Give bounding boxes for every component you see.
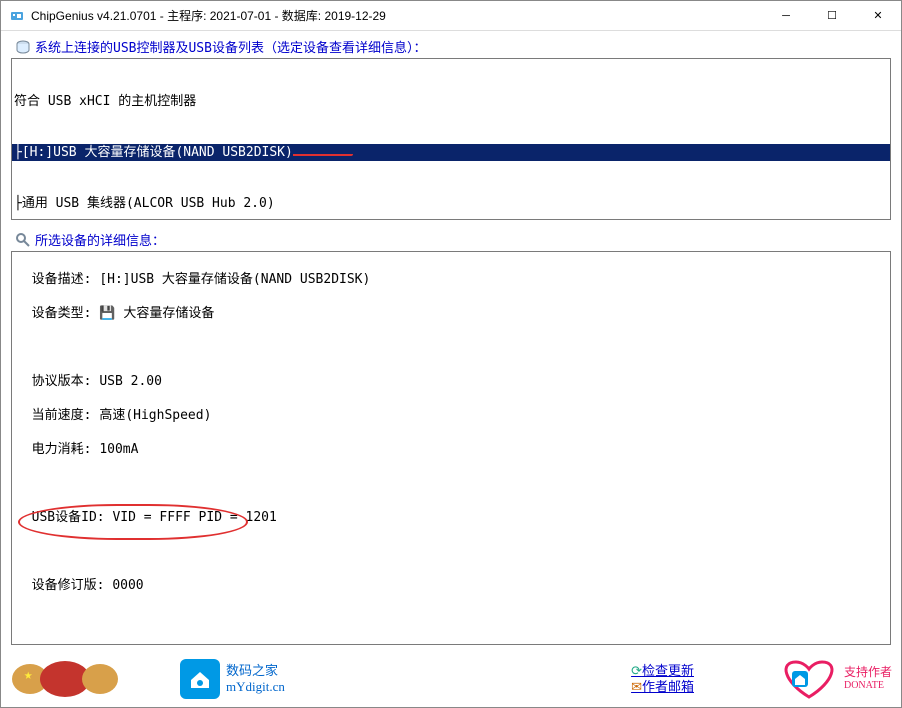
detail-speed: 当前速度: 高速(HighSpeed) xyxy=(16,407,886,424)
donate-link[interactable]: 支持作者 DONATE xyxy=(774,657,892,701)
details-header-text: 所选设备的详细信息： xyxy=(35,230,165,249)
window-controls: ─ ☐ ✕ xyxy=(763,1,901,31)
maximize-button[interactable]: ☐ xyxy=(809,1,855,31)
tree-selected-item[interactable]: ├[H:]USB 大容量存储设备(NAND USB2DISK) xyxy=(12,144,890,161)
app-icon xyxy=(9,8,25,24)
device-tree-header-text: 系统上连接的USB控制器及USB设备列表（选定设备查看详细信息）： xyxy=(35,37,426,56)
minimize-button[interactable]: ─ xyxy=(763,1,809,31)
mail-icon: ✉ xyxy=(631,679,642,695)
detail-power: 电力消耗: 100mA xyxy=(16,441,886,458)
tree-root[interactable]: 符合 USB xHCI 的主机控制器 xyxy=(12,93,890,110)
refresh-icon: ⟳ xyxy=(631,663,642,679)
brand-cn: 数码之家 xyxy=(226,663,285,679)
author-mail-link[interactable]: ✉ 作者邮箱 xyxy=(631,679,694,695)
mydigit-icon xyxy=(180,659,220,699)
detail-type: 设备类型: 💾 大容量存储设备 xyxy=(16,305,886,322)
svg-text:★: ★ xyxy=(24,667,33,683)
footer-links: ⟳ 检查更新 ✉ 作者邮箱 xyxy=(631,663,694,695)
details-header: 所选设备的详细信息： xyxy=(11,230,891,249)
device-tree-header: 系统上连接的USB控制器及USB设备列表（选定设备查看详细信息）： xyxy=(11,37,891,56)
device-tree[interactable]: 符合 USB xHCI 的主机控制器 ├[H:]USB 大容量存储设备(NAND… xyxy=(11,58,891,220)
cpc100-logo: ★ xyxy=(10,659,120,699)
details-panel[interactable]: 设备描述: [H:]USB 大容量存储设备(NAND USB2DISK) 设备类… xyxy=(11,251,891,645)
check-update-link[interactable]: ⟳ 检查更新 xyxy=(631,663,694,679)
mydigit-link[interactable]: 数码之家 mYdigit.cn xyxy=(180,659,285,699)
detail-description: 设备描述: [H:]USB 大容量存储设备(NAND USB2DISK) xyxy=(16,271,886,288)
close-button[interactable]: ✕ xyxy=(855,1,901,31)
window-title: ChipGenius v4.21.0701 - 主程序: 2021-07-01 … xyxy=(31,7,763,24)
drive-icon xyxy=(15,39,31,55)
footer: ★ 数码之家 mYdigit.cn ⟳ 检查更新 ✉ 作者邮箱 支持作者 DON… xyxy=(0,654,902,704)
brand-en: mYdigit.cn xyxy=(226,679,285,695)
search-icon xyxy=(15,232,31,248)
titlebar: ChipGenius v4.21.0701 - 主程序: 2021-07-01 … xyxy=(1,1,901,31)
tree-item[interactable]: ├通用 USB 集线器(ALCOR USB Hub 2.0) xyxy=(12,195,890,212)
detail-usbid: USB设备ID: VID = FFFF PID = 1201 xyxy=(16,509,886,526)
donate-cn: 支持作者 xyxy=(844,665,892,679)
storage-icon: 💾 xyxy=(99,305,115,322)
donate-en: DONATE xyxy=(844,679,892,693)
detail-devrev: 设备修订版: 0000 xyxy=(16,577,886,594)
detail-protocol: 协议版本: USB 2.00 xyxy=(16,373,886,390)
